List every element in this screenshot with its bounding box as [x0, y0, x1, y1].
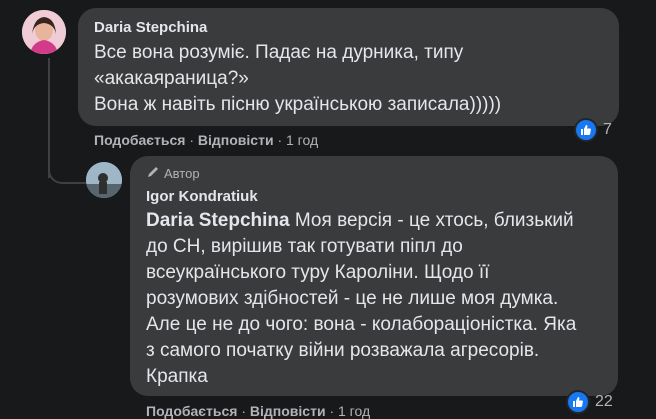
like-link[interactable]: Подобається — [94, 132, 185, 148]
comment-actions: Подобається · Відповісти · 1 год — [146, 403, 370, 419]
comment-line: Вона ж навіть пісню українською записала… — [94, 94, 502, 115]
reaction-count: 22 — [595, 393, 613, 410]
thumbs-up-icon — [574, 118, 598, 142]
comment-line: «акакаяраница?» — [94, 68, 249, 89]
pen-icon — [146, 165, 160, 182]
comment-line: Але це не до чого: вона - колабораціоніс… — [146, 314, 577, 335]
reactions-summary[interactable]: 7 — [574, 118, 612, 142]
comment-line: з самого початку війни розважала агресор… — [146, 340, 540, 361]
author-badge: Автор — [146, 165, 200, 182]
avatar[interactable] — [22, 10, 66, 54]
timestamp[interactable]: 1 год — [286, 132, 318, 148]
like-link[interactable]: Подобається — [146, 403, 237, 419]
author-badge-label: Автор — [164, 166, 200, 181]
comment-author[interactable]: Daria Stepchina — [94, 19, 207, 36]
separator: · — [329, 403, 335, 419]
avatar[interactable] — [86, 162, 122, 198]
comment-line: всеукраїнського туру Кароліни. Щодо її — [146, 262, 490, 283]
separator: · — [189, 132, 195, 148]
reaction-count: 7 — [603, 121, 612, 138]
separator: · — [241, 403, 247, 419]
reply-link[interactable]: Відповісти — [250, 403, 326, 419]
timestamp[interactable]: 1 год — [338, 403, 370, 419]
thread-connector — [48, 150, 86, 184]
comment-line: Все вона розуміє. Падає на дурника, типу — [94, 42, 464, 63]
comment-line: до СН, вирішив так готувати піпл до — [146, 236, 463, 257]
avatar-image-icon — [22, 10, 66, 54]
comment-author[interactable]: Igor Kondratiuk — [146, 188, 258, 205]
comment-actions: Подобається · Відповісти · 1 год — [94, 132, 318, 148]
comment-line: Крапка — [146, 366, 208, 387]
thumbs-up-icon — [566, 390, 590, 414]
comment-line: Daria Stepchina Моя версія - це хтось, б… — [146, 208, 574, 234]
reply-link[interactable]: Відповісти — [198, 132, 274, 148]
comment-text: Моя версія - це хтось, близький — [289, 210, 574, 231]
comment-line: розумових здібностей - це не лише моя ду… — [146, 288, 559, 309]
separator: · — [277, 132, 283, 148]
reactions-summary[interactable]: 22 — [566, 390, 613, 414]
mention-link[interactable]: Daria Stepchina — [146, 210, 290, 231]
avatar-image-icon — [86, 162, 122, 198]
